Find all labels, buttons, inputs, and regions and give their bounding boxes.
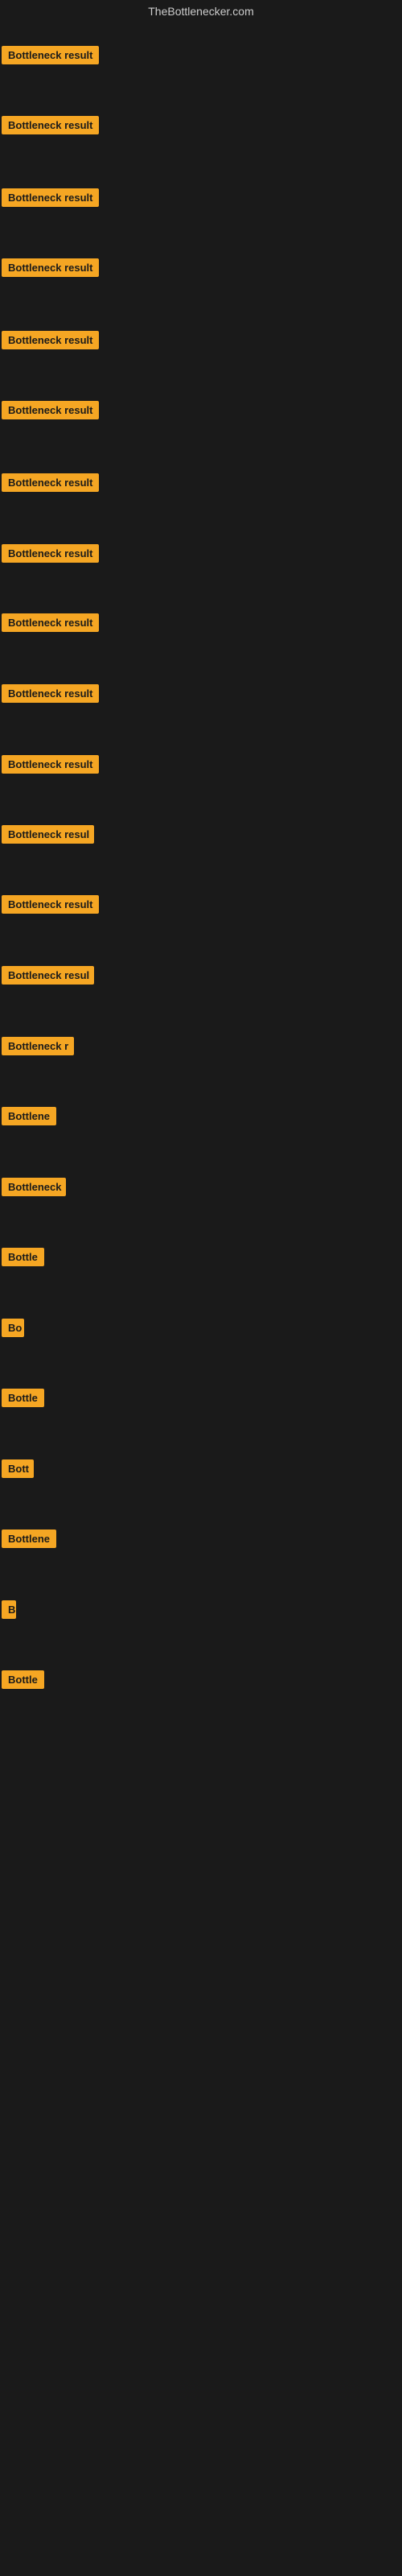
bottleneck-result-badge[interactable]: Bottleneck result: [2, 684, 99, 703]
bottleneck-result-badge[interactable]: Bottleneck result: [2, 331, 99, 349]
bottleneck-result-badge[interactable]: Bottleneck result: [2, 895, 99, 914]
bottleneck-result-badge[interactable]: Bottleneck result: [2, 116, 99, 134]
bottleneck-result-badge[interactable]: Bottleneck result: [2, 258, 99, 277]
bottleneck-result-badge[interactable]: Bottlene: [2, 1530, 56, 1548]
bottleneck-result-badge[interactable]: Bottleneck resul: [2, 966, 94, 985]
bottleneck-result-badge[interactable]: B: [2, 1600, 16, 1619]
bottleneck-result-badge[interactable]: Bottle: [2, 1389, 44, 1407]
bottleneck-result-badge[interactable]: Bottleneck result: [2, 755, 99, 774]
bottleneck-result-badge[interactable]: Bottleneck result: [2, 613, 99, 632]
bottleneck-result-badge[interactable]: Bottleneck: [2, 1178, 66, 1196]
bottleneck-result-badge[interactable]: Bottleneck result: [2, 46, 99, 64]
bottleneck-result-badge[interactable]: Bottlene: [2, 1107, 56, 1125]
bottleneck-result-badge[interactable]: Bo: [2, 1319, 24, 1337]
site-title: TheBottlenecker.com: [0, 0, 402, 23]
bottleneck-result-badge[interactable]: Bottleneck result: [2, 544, 99, 563]
bottleneck-result-badge[interactable]: Bottle: [2, 1248, 44, 1266]
bottleneck-result-badge[interactable]: Bottleneck result: [2, 401, 99, 419]
bottleneck-result-badge[interactable]: Bottleneck result: [2, 473, 99, 492]
bottleneck-result-badge[interactable]: Bottleneck resul: [2, 825, 94, 844]
bottleneck-result-badge[interactable]: Bottle: [2, 1670, 44, 1689]
bottleneck-result-badge[interactable]: Bottleneck r: [2, 1037, 74, 1055]
bottleneck-result-badge[interactable]: Bott: [2, 1459, 34, 1478]
bottleneck-result-badge[interactable]: Bottleneck result: [2, 188, 99, 207]
